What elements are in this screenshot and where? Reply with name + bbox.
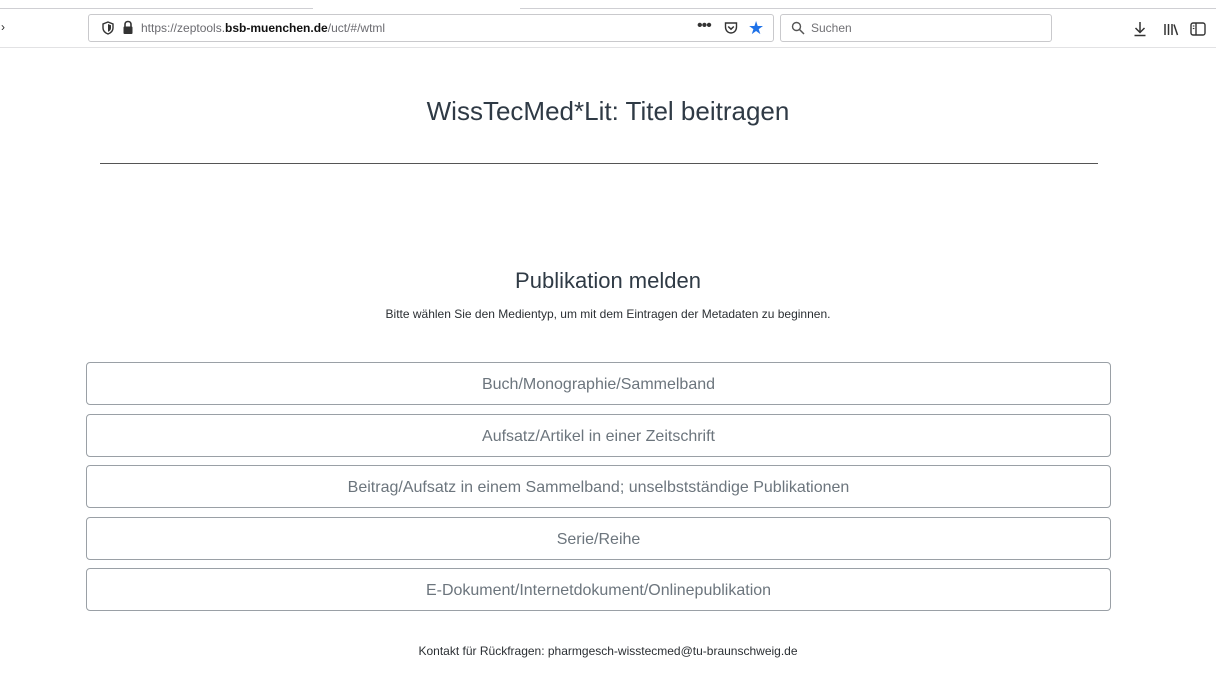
option-journal-article-button[interactable]: Aufsatz/Artikel in einer Zeitschrift	[86, 414, 1111, 457]
tab-strip-border	[0, 8, 313, 9]
tab-strip-border	[520, 8, 1216, 9]
page-title: WissTecMed*Lit: Titel beitragen	[426, 96, 790, 126]
option-contribution-button[interactable]: Beitrag/Aufsatz in einem Sammelband; uns…	[86, 465, 1111, 508]
section-title: Publikation melden	[515, 268, 701, 293]
lock-icon[interactable]	[122, 20, 134, 35]
search-placeholder[interactable]: Suchen	[811, 21, 852, 35]
star-icon[interactable]: ★	[748, 18, 764, 38]
sidebar-icon[interactable]	[1190, 22, 1206, 36]
download-icon[interactable]	[1133, 21, 1147, 37]
section-subtitle: Bitte wählen Sie den Medientyp, um mit d…	[385, 307, 831, 321]
url-domain: bsb-muenchen.de	[225, 21, 328, 35]
option-series-button[interactable]: Serie/Reihe	[86, 517, 1111, 560]
url-prefix: https://zeptools.	[141, 21, 226, 35]
pocket-icon[interactable]	[724, 21, 738, 35]
browser-toolbar: › https://zeptools.bsb-muenchen.de/uct/#…	[0, 0, 1216, 48]
search-icon	[791, 21, 805, 35]
option-book-button[interactable]: Buch/Monographie/Sammelband	[86, 362, 1111, 405]
title-divider	[100, 163, 1098, 164]
back-icon[interactable]: ›	[1, 20, 5, 34]
url-bar[interactable]: https://zeptools.bsb-muenchen.de/uct/#/w…	[88, 14, 774, 42]
url-path: /uct/#/wtml	[327, 21, 386, 35]
search-bar[interactable]: Suchen	[780, 14, 1052, 42]
library-icon[interactable]	[1163, 23, 1179, 36]
contact-footer: Kontakt für Rückfragen: pharmgesch-wisst…	[418, 644, 798, 658]
url-text[interactable]: https://zeptools.bsb-muenchen.de/uct/#/w…	[141, 21, 385, 35]
shield-icon[interactable]	[101, 21, 115, 35]
option-e-document-button[interactable]: E-Dokument/Internetdokument/Onlinepublik…	[86, 568, 1111, 611]
more-icon[interactable]: •••	[697, 17, 712, 35]
